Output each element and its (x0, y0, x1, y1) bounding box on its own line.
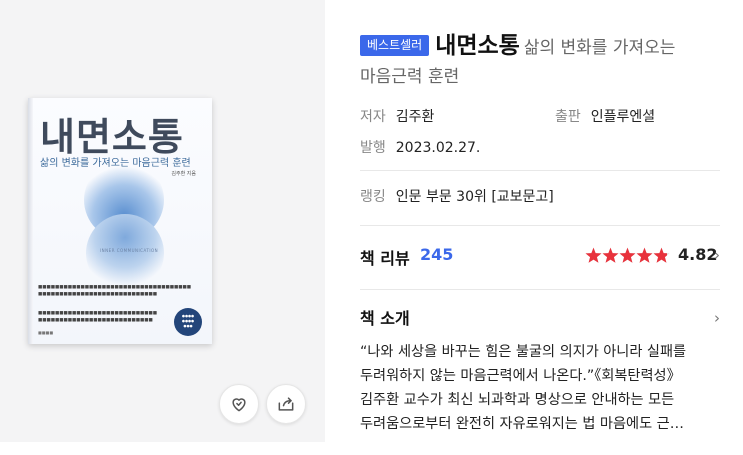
book-review-row[interactable]: 책 리뷰 245 4.82 › (360, 245, 724, 269)
publisher-value[interactable]: 인플루엔셜 (591, 109, 655, 125)
book-intro-header[interactable]: 책 소개 › (360, 305, 724, 329)
divider (360, 225, 720, 226)
ranking-row: 랭킹 인문 부문 30위 [교보문고] (360, 186, 554, 206)
share-icon (278, 397, 294, 411)
cover-publisher-logo: ■■■■ (38, 330, 54, 335)
publish-date-value: 2023.02.27. (395, 140, 481, 156)
author-row: 저자 김주환 (360, 106, 434, 126)
chevron-right-icon: › (714, 246, 720, 264)
intro-line: 두려워하지 않는 마음근력에서 나온다.”《회복탄력성》 (360, 368, 681, 384)
intro-label: 책 소개 (360, 309, 410, 328)
share-button[interactable] (266, 384, 306, 424)
like-button[interactable] (219, 384, 259, 424)
intro-line: 두려움으로부터 완전히 자유로워지는 법 마음에도 근… (360, 416, 684, 432)
star-filled (602, 247, 619, 263)
intro-text: “나와 세상을 바꾸는 힘은 불굴의 의지가 아니라 실패를 두려워하지 않는 … (360, 340, 730, 436)
book-cover-image[interactable]: 내면소통 삶의 변화를 가져오는 마음근력 훈련 김주환 지음 INNER CO… (28, 98, 212, 344)
cover-award-badge: ●●●● ●●●● ●●● (174, 308, 202, 336)
publish-date-label: 발행 (360, 140, 386, 156)
cover-english-title: INNER COMMUNICATION (100, 248, 159, 253)
divider (360, 289, 720, 290)
cover-subtitle: 삶의 변화를 가져오는 마음근력 훈련 (40, 158, 191, 169)
book-subtitle-continued: 마음근력 훈련 (360, 67, 460, 87)
book-title: 내면소통 (435, 33, 520, 59)
bestseller-badge: 베스트셀러 (360, 35, 430, 56)
author-value[interactable]: 김주환 (396, 109, 435, 125)
publish-date-row: 발행 2023.02.27. (360, 137, 480, 157)
review-count: 245 (420, 245, 454, 264)
rating-score: 4.82 (678, 245, 718, 264)
review-label: 책 리뷰 (360, 249, 410, 268)
book-image-panel: 내면소통 삶의 변화를 가져오는 마음근력 훈련 김주환 지음 INNER CO… (0, 0, 325, 442)
star-filled (585, 247, 602, 263)
title-line: 베스트셀러 내면소통 삶의 변화를 가져오는 (360, 28, 743, 66)
intro-line: “나와 세상을 바꾸는 힘은 불굴의 의지가 아니라 실패를 (360, 344, 687, 360)
star-filled (619, 247, 636, 263)
chevron-right-icon: › (714, 309, 720, 327)
cover-orb-bottom (86, 214, 164, 292)
cover-spine (28, 98, 33, 344)
publisher-row: 출판 인플루엔셜 (555, 106, 655, 126)
divider (360, 170, 720, 171)
publisher-label: 출판 (555, 109, 581, 125)
cover-author: 김주환 지음 (171, 171, 196, 177)
intro-line: 김주환 교수가 최신 뇌과학과 명상으로 안내하는 모든 (360, 392, 675, 408)
star-filled (636, 247, 653, 263)
book-subtitle: 삶의 변화를 가져오는 (523, 38, 676, 58)
cover-blurb: ■■■■■■■■■■■■■■■■■■■■■■■■■■■■■■■■■■■■ ■■■■… (38, 285, 192, 297)
ranking-label: 랭킹 (360, 189, 386, 205)
heart-icon (232, 398, 246, 412)
star-rating-icon (585, 247, 670, 263)
cover-blurb-secondary: ■■■■■■■■■■■■■■■■■■■■■■■■■■■■ ■■■■■■■■■■■■… (38, 311, 158, 323)
ranking-value: 인문 부문 30위 [교보문고] (395, 189, 554, 205)
cover-title: 내면소통 (40, 114, 184, 159)
author-label: 저자 (360, 109, 386, 125)
